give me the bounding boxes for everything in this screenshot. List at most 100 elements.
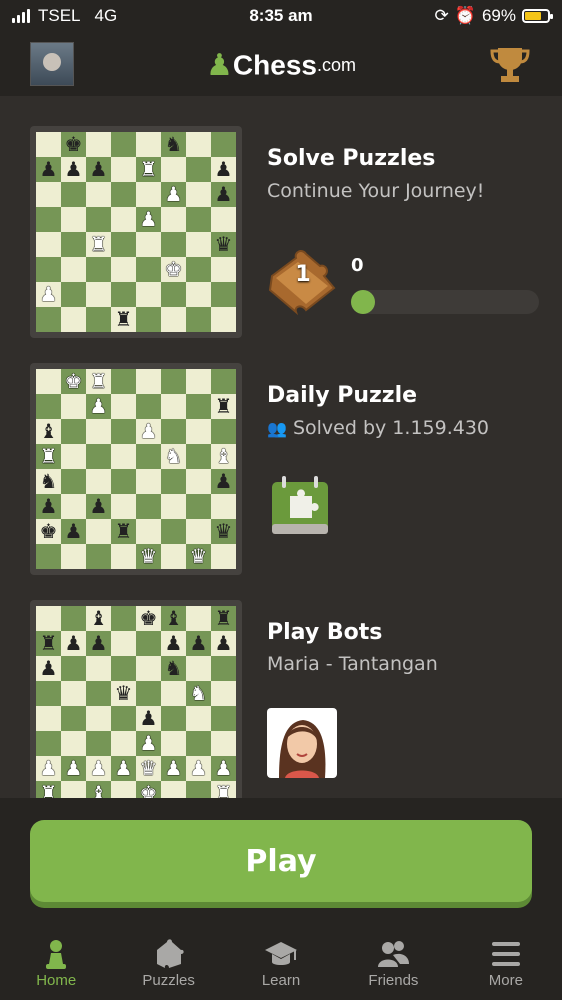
board-square — [36, 706, 61, 731]
board-square — [161, 681, 186, 706]
board-square — [136, 519, 161, 544]
board-square — [61, 394, 86, 419]
board-square — [111, 157, 136, 182]
nav-friends[interactable]: Friends — [337, 918, 449, 1000]
play-button[interactable]: Play — [30, 820, 532, 902]
black-pawn-icon: ♟ — [89, 631, 108, 655]
black-pawn-icon: ♟ — [164, 631, 183, 655]
trophy-icon[interactable] — [488, 44, 532, 84]
board-square — [186, 469, 211, 494]
white-queen-icon: ♛ — [189, 544, 208, 568]
board-square — [111, 731, 136, 756]
alarm-icon: ⏰ — [454, 6, 476, 25]
black-rook-icon: ♜ — [39, 631, 58, 655]
solve-puzzles-title[interactable]: Solve Puzzles — [267, 146, 435, 171]
black-pawn-icon: ♟ — [39, 157, 58, 181]
black-pawn-icon: ♟ — [64, 631, 83, 655]
black-rook-icon: ♜ — [114, 519, 133, 543]
board-square: ♟ — [136, 207, 161, 232]
white-pawn-icon: ♟ — [89, 756, 108, 780]
black-queen-icon: ♛ — [114, 681, 133, 705]
daily-puzzle-board-thumbnail[interactable]: ♚ ♜ ♟ ♜ ♝ ♟ ♜ ♞ ♝ ♞ ♟ ♟ ♟ ♚ ♟ ♜ ♛ ♛ ♛ — [30, 363, 242, 575]
board-square — [61, 606, 86, 631]
board-square: ♟ — [111, 756, 136, 781]
menu-icon — [491, 942, 520, 966]
board-square — [161, 207, 186, 232]
board-square — [211, 681, 236, 706]
board-square — [61, 307, 86, 332]
board-square — [61, 232, 86, 257]
board-square — [186, 282, 211, 307]
nav-home[interactable]: Home — [0, 918, 112, 1000]
black-knight-icon: ♞ — [39, 469, 58, 493]
board-square: ♚ — [36, 519, 61, 544]
board-square: ♞ — [161, 656, 186, 681]
board-square — [186, 132, 211, 157]
board-square: ♟ — [86, 631, 111, 656]
board-square — [136, 394, 161, 419]
board-square: ♜ — [111, 307, 136, 332]
bot-avatar-maria[interactable] — [267, 708, 337, 778]
board-square — [211, 731, 236, 756]
white-pawn-icon: ♟ — [64, 756, 83, 780]
board-square — [111, 207, 136, 232]
white-queen-icon: ♛ — [139, 756, 158, 780]
chess-board: ♚ ♞ ♟ ♟ ♟ ♜ ♟ ♟ ♟ ♟ ♜ ♛ ♚ ♟ ♜ — [36, 132, 236, 332]
board-square — [61, 469, 86, 494]
board-square — [111, 132, 136, 157]
board-square: ♟ — [211, 469, 236, 494]
board-square — [36, 544, 61, 569]
board-square — [186, 394, 211, 419]
board-square: ♟ — [186, 631, 211, 656]
board-square: ♜ — [36, 631, 61, 656]
board-square — [161, 706, 186, 731]
board-square — [111, 257, 136, 282]
board-square — [86, 282, 111, 307]
nav-puzzles[interactable]: Puzzles — [112, 918, 224, 1000]
board-square — [86, 544, 111, 569]
play-bots-title[interactable]: Play Bots — [267, 620, 382, 645]
board-square — [211, 307, 236, 332]
bottom-nav: Home Puzzles Learn Friends More — [0, 918, 562, 1000]
board-square — [86, 207, 111, 232]
puzzle-board-thumbnail[interactable]: ♚ ♞ ♟ ♟ ♟ ♜ ♟ ♟ ♟ ♟ ♜ ♛ ♚ ♟ ♜ — [30, 126, 242, 338]
board-square — [61, 656, 86, 681]
board-square — [86, 132, 111, 157]
board-square — [211, 419, 236, 444]
white-king-icon: ♚ — [164, 257, 183, 281]
board-square: ♞ — [161, 132, 186, 157]
board-square — [136, 631, 161, 656]
white-pawn-icon: ♟ — [164, 182, 183, 206]
board-square — [111, 606, 136, 631]
board-square: ♟ — [136, 419, 161, 444]
bots-board-thumbnail[interactable]: ♝ ♚ ♝ ♜ ♜ ♟ ♟ ♟ ♟ ♟ ♟ ♞ ♛ ♞ ♟ ♟ ♟ ♟ ♟ ♟ ♛ ♟ ♟ ♟ ♜ ♝ ♚ ♜ — [30, 600, 242, 812]
daily-puzzle-subtitle: 👥 Solved by 1.159.430 — [267, 417, 490, 439]
nav-learn[interactable]: Learn — [225, 918, 337, 1000]
black-rook-icon: ♜ — [214, 606, 233, 630]
board-square — [161, 419, 186, 444]
board-square: ♝ — [86, 606, 111, 631]
board-square: ♟ — [61, 756, 86, 781]
white-pawn-icon: ♟ — [139, 419, 158, 443]
pawn-icon — [46, 940, 67, 969]
daily-puzzle-title[interactable]: Daily Puzzle — [267, 383, 417, 408]
board-square — [36, 606, 61, 631]
white-rook-icon: ♜ — [139, 157, 158, 181]
board-square — [61, 419, 86, 444]
board-square — [86, 519, 111, 544]
board-square: ♟ — [211, 631, 236, 656]
board-square: ♚ — [161, 257, 186, 282]
board-square: ♞ — [161, 444, 186, 469]
board-square — [186, 369, 211, 394]
play-bots-subtitle: Maria - Tantangan — [267, 653, 438, 675]
board-square — [186, 494, 211, 519]
board-square: ♟ — [161, 182, 186, 207]
board-square: ♚ — [61, 369, 86, 394]
board-square — [211, 257, 236, 282]
puzzle-rating-badge: 1 — [295, 262, 311, 287]
board-square — [111, 282, 136, 307]
white-pawn-icon: ♟ — [139, 207, 158, 231]
black-rook-icon: ♜ — [214, 394, 233, 418]
board-square — [61, 544, 86, 569]
nav-more[interactable]: More — [450, 918, 562, 1000]
